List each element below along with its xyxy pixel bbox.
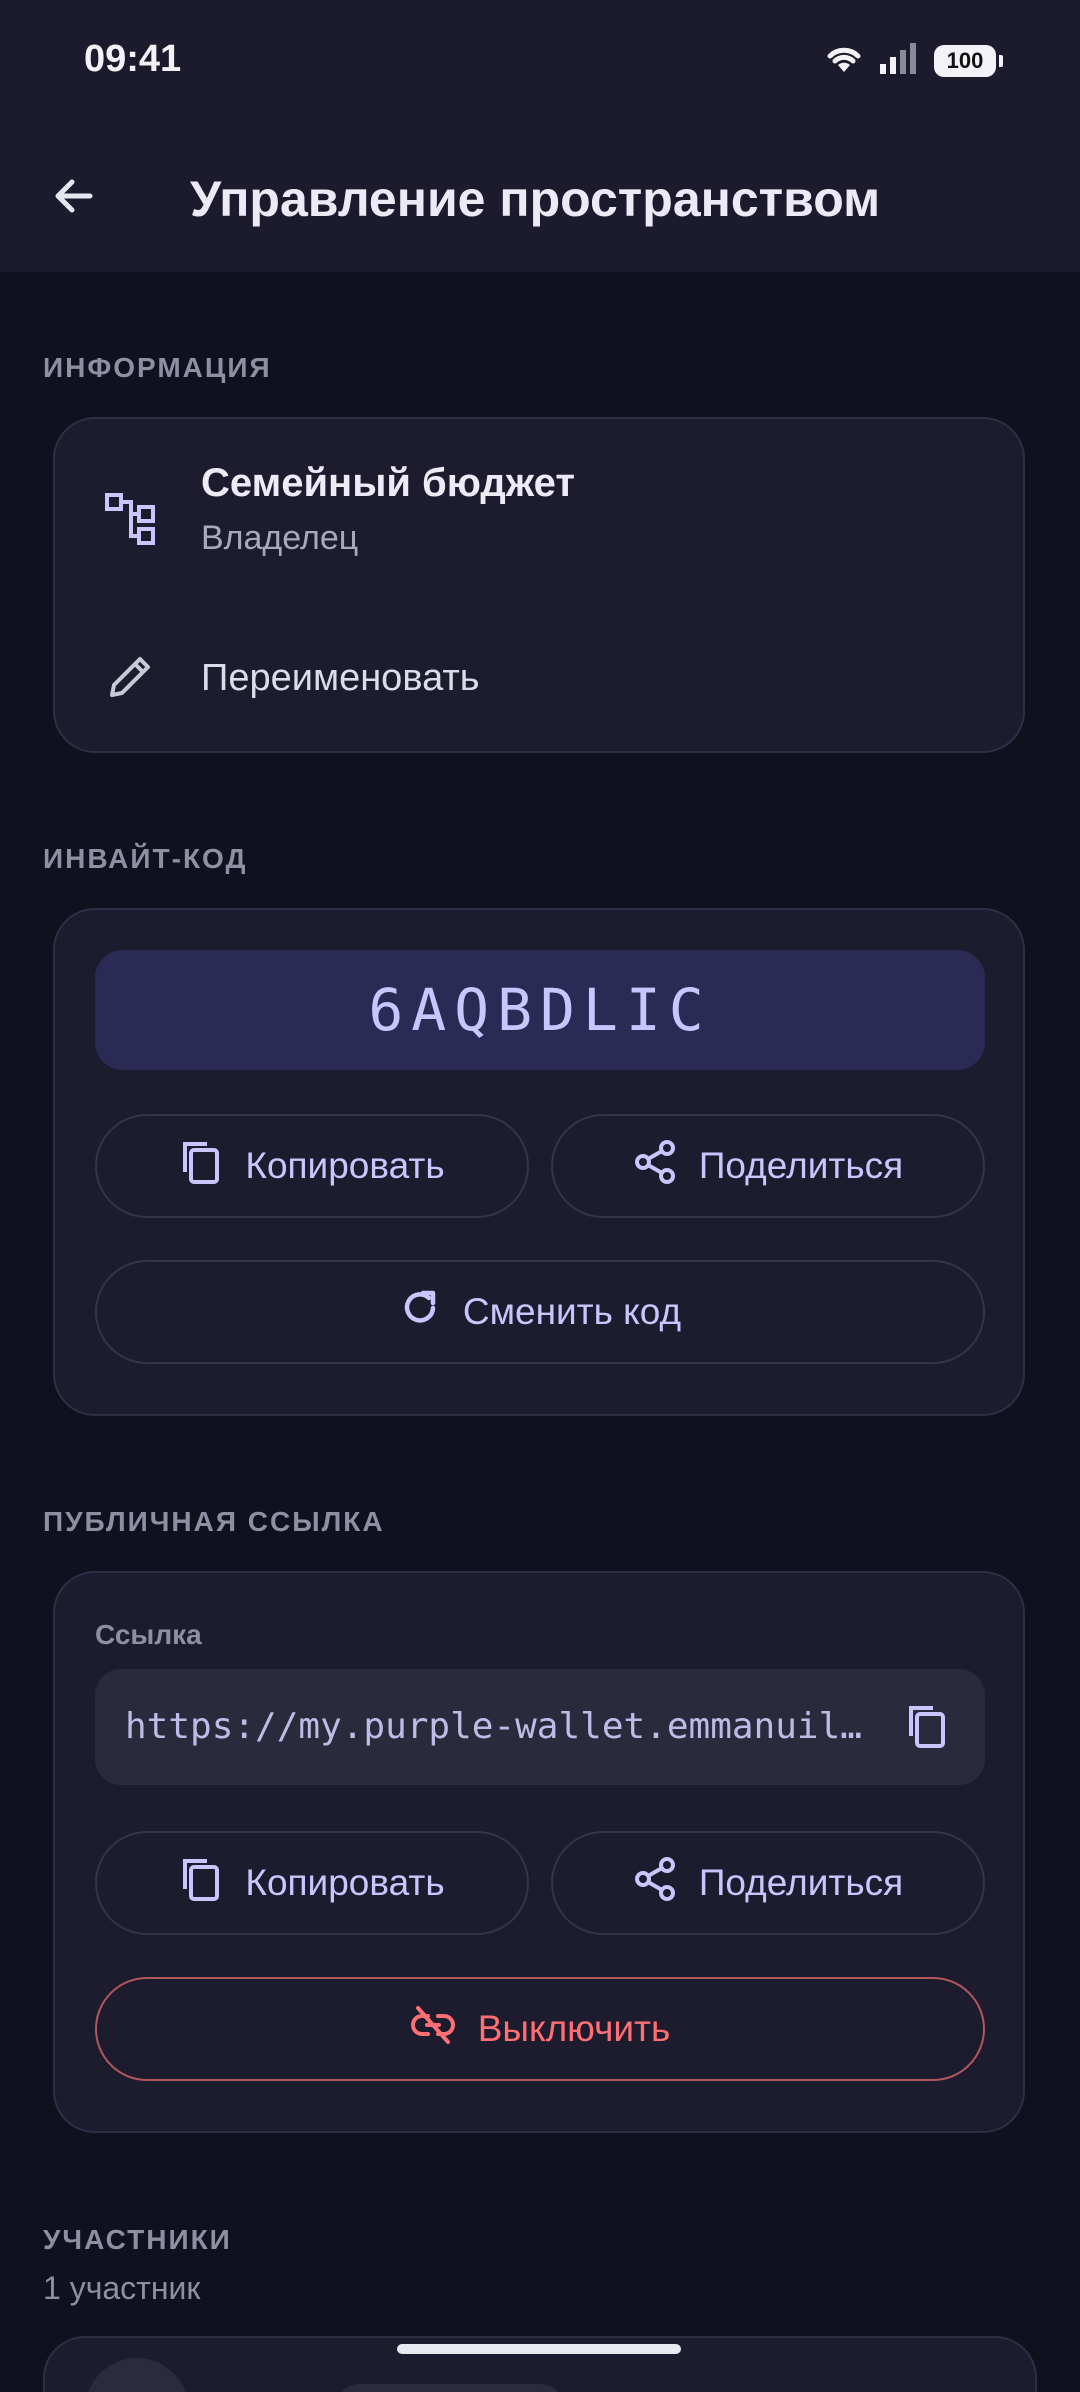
link-field-label: Ссылка <box>95 1619 202 1650</box>
public-link-card: Ссылка https://my.purple-wallet.emmanuil… <box>53 1571 1025 2133</box>
share-link-button[interactable]: Поделиться <box>551 1831 985 1935</box>
pencil-icon <box>101 646 161 706</box>
invite-code: 6AQBDLIC <box>95 950 985 1070</box>
invite-card: 6AQBDLIC Копировать Поделиться Сменить к… <box>53 908 1025 1416</box>
share-invite-button[interactable]: Поделиться <box>551 1114 985 1218</box>
regenerate-code-label: Сменить код <box>462 1291 682 1332</box>
refresh-icon <box>399 1287 441 1338</box>
link-off-icon <box>410 2002 456 2057</box>
copy-icon <box>179 1855 223 1912</box>
copy-invite-label: Копировать <box>245 1145 445 1186</box>
copy-invite-button[interactable]: Копировать <box>95 1114 529 1218</box>
status-icons: 100 <box>824 42 1003 79</box>
section-label-public-link: ПУБЛИЧНАЯ ССЫЛКА <box>43 1506 385 1537</box>
page-title: Управление пространством <box>190 171 881 227</box>
share-icon <box>633 1856 677 1910</box>
regenerate-code-button[interactable]: Сменить код <box>95 1260 985 1364</box>
disable-link-button[interactable]: Выключить <box>95 1977 985 2081</box>
rename-label: Переименовать <box>201 657 480 699</box>
rename-row[interactable]: Переименовать <box>55 624 1023 734</box>
section-label-invite: ИНВАЙТ-КОД <box>43 843 248 874</box>
top-app-bar: 09:41 100 Управление пространством <box>0 0 1080 272</box>
copy-link-button[interactable]: Копировать <box>95 1831 529 1935</box>
arrow-left-icon <box>50 172 98 225</box>
back-button[interactable] <box>36 160 112 236</box>
members-count: 1 участник <box>43 2270 201 2306</box>
member-badge <box>335 2384 565 2392</box>
home-indicator[interactable] <box>397 2344 681 2354</box>
copy-link-icon[interactable] <box>905 1702 955 1752</box>
section-label-info: ИНФОРМАЦИЯ <box>43 352 272 383</box>
screen: 09:41 100 Управление пространством ИНФОР… <box>0 0 1080 2392</box>
section-label-members: УЧАСТНИКИ <box>43 2224 232 2255</box>
hierarchy-icon <box>101 489 161 549</box>
status-time: 09:41 <box>84 38 182 80</box>
battery-icon: 100 <box>934 44 1003 77</box>
public-link-url: https://my.purple-wallet.emmanuil… <box>125 1706 862 1747</box>
copy-link-label: Копировать <box>245 1862 445 1903</box>
copy-icon <box>179 1138 223 1195</box>
share-icon <box>633 1139 677 1193</box>
share-invite-label: Поделиться <box>698 1145 904 1186</box>
disable-link-label: Выключить <box>477 2008 671 2049</box>
share-link-label: Поделиться <box>698 1862 904 1903</box>
cellular-signal-icon <box>878 42 920 79</box>
space-name: Семейный бюджет <box>201 461 575 505</box>
space-role: Владелец <box>201 519 359 557</box>
avatar <box>85 2358 189 2392</box>
info-card: Семейный бюджет Владелец Переименовать <box>53 417 1025 753</box>
wifi-icon <box>824 42 864 79</box>
link-field[interactable]: https://my.purple-wallet.emmanuil… <box>95 1669 985 1785</box>
